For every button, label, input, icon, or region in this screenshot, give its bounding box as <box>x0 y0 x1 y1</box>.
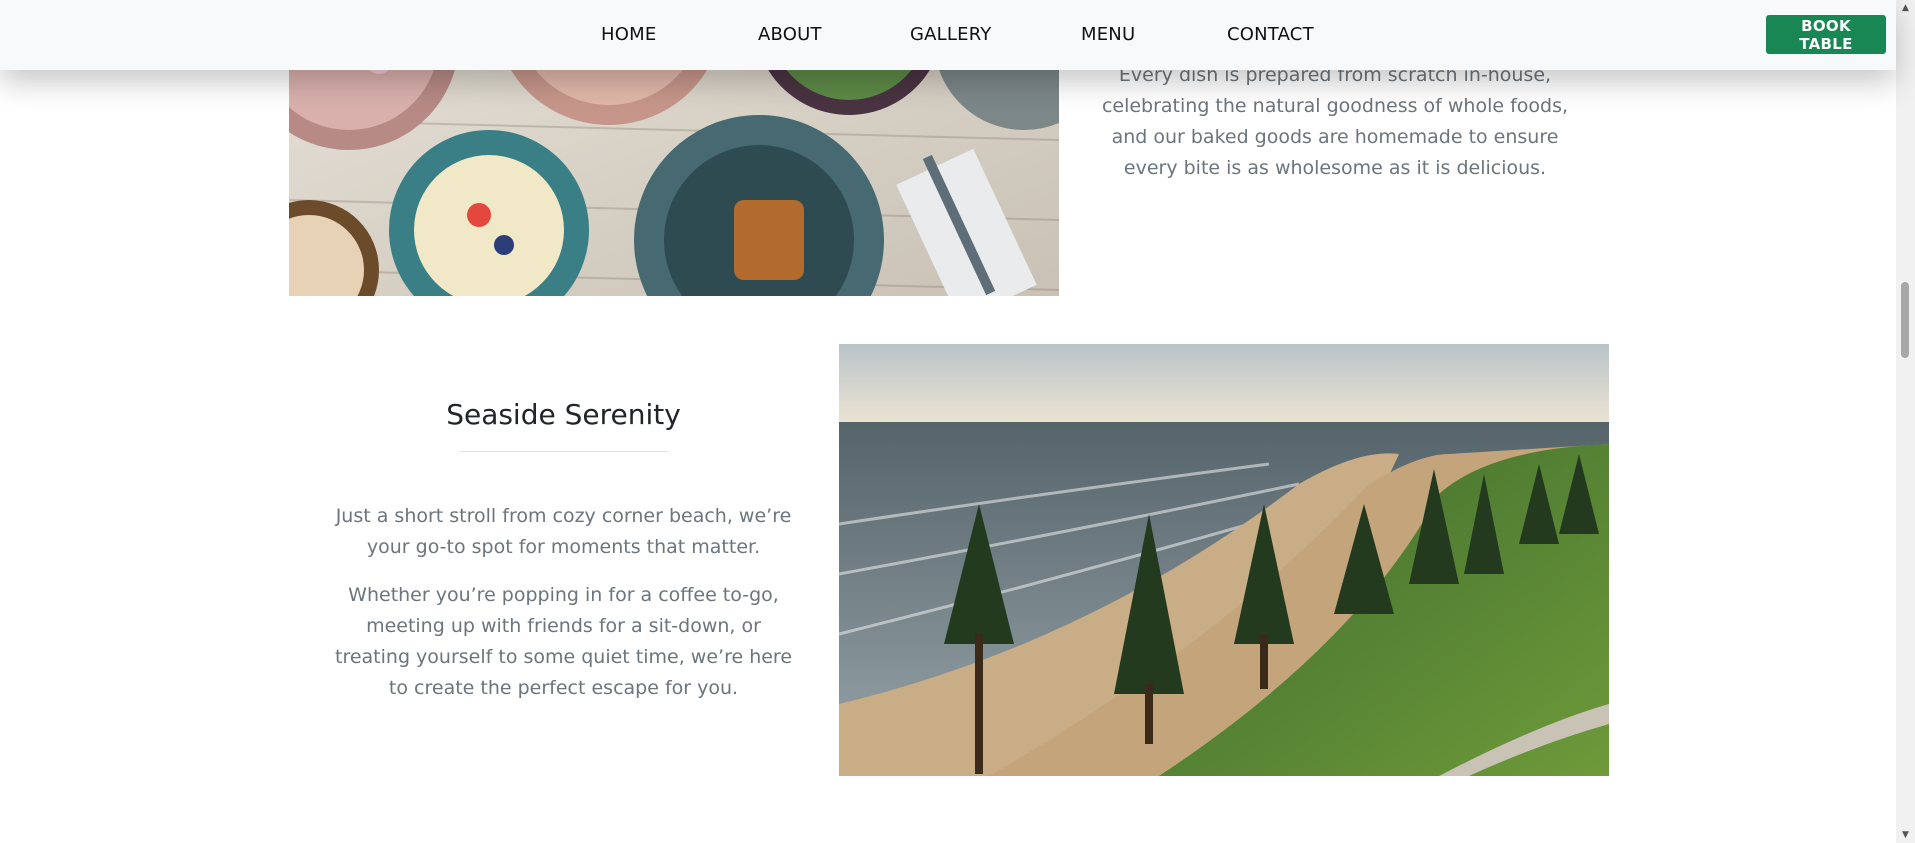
food-description-line: and our baked goods are homemade to ensu… <box>1111 126 1559 148</box>
triangle-down-icon[interactable]: ▼ <box>1896 827 1915 843</box>
main-navbar: HOME ABOUT GALLERY MENU CONTACT BOOK TAB… <box>0 0 1896 70</box>
book-table-button[interactable]: BOOK TABLE <box>1766 15 1886 54</box>
food-description-line: celebrating the natural goodness of whol… <box>1101 95 1569 117</box>
seaside-paragraph-2: Whether you’re popping in for a coffee t… <box>335 584 793 699</box>
scrollbar-thumb[interactable] <box>1901 282 1909 358</box>
title-divider <box>460 451 668 452</box>
beach-photo <box>839 344 1609 776</box>
nav-contact-link[interactable]: CONTACT <box>1227 24 1314 45</box>
nav-home-link[interactable]: HOME <box>601 24 656 45</box>
page-scrollbar[interactable]: ▲ ▼ <box>1896 0 1915 843</box>
food-description: Every dish is prepared from scratch in-h… <box>1095 60 1575 184</box>
food-description-line: every bite is as wholesome as it is deli… <box>1123 157 1547 179</box>
seaside-paragraph-1: Just a short stroll from cozy corner bea… <box>335 505 792 558</box>
nav-about-link[interactable]: ABOUT <box>758 24 822 45</box>
section-title: Seaside Serenity <box>446 398 681 431</box>
beach-photo-illustration <box>839 344 1609 776</box>
triangle-up-icon[interactable]: ▲ <box>1896 0 1915 16</box>
nav-gallery-link[interactable]: GALLERY <box>910 24 991 45</box>
nav-menu-link[interactable]: MENU <box>1081 24 1135 45</box>
